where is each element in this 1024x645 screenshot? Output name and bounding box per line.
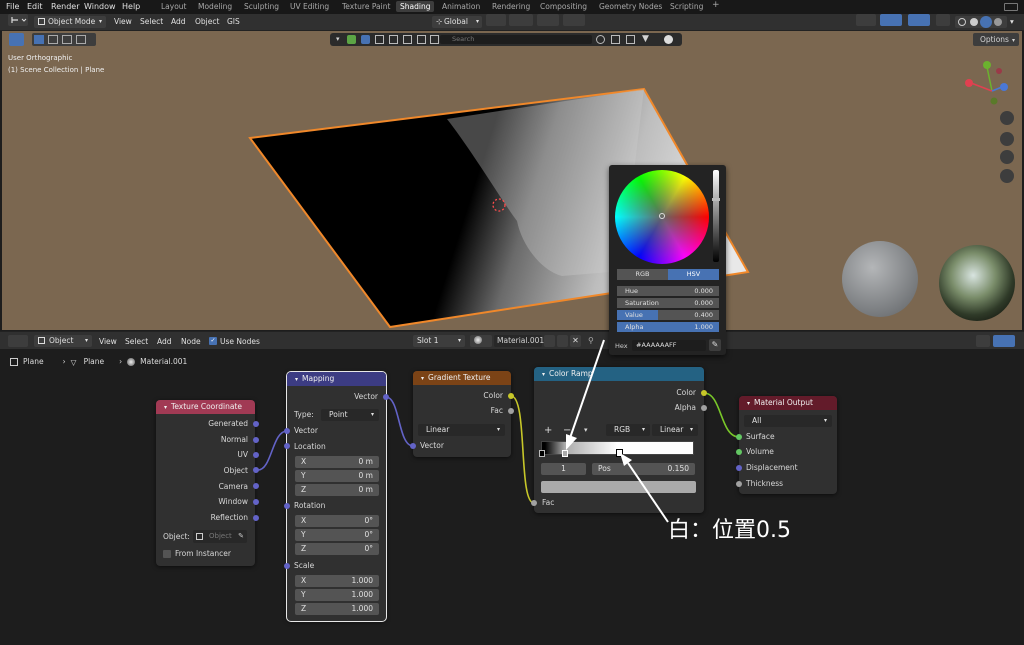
annotation-text: 白：位置0.5 bbox=[668, 518, 791, 543]
annotation-arrows bbox=[566, 339, 669, 523]
